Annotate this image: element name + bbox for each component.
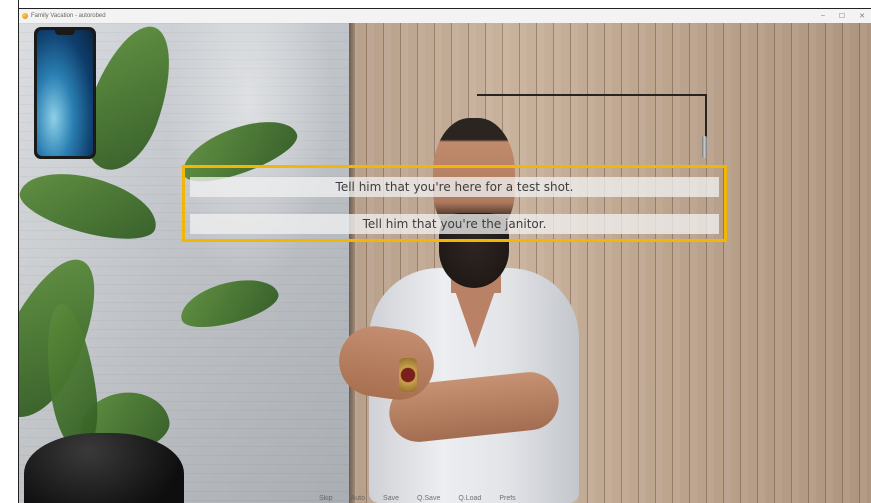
quick-menu-prefs[interactable]: Prefs bbox=[499, 495, 515, 503]
door-handle bbox=[702, 136, 707, 158]
phone-notch bbox=[55, 30, 75, 35]
quick-menu-auto[interactable]: Auto bbox=[351, 495, 365, 503]
quick-menu-skip[interactable]: Skip bbox=[319, 495, 333, 503]
game-viewport[interactable]: Tell him that you're here for a test sho… bbox=[19, 23, 871, 503]
outer-frame-left bbox=[0, 0, 19, 503]
minimize-button[interactable]: – bbox=[821, 12, 825, 20]
outer-frame-top bbox=[0, 0, 871, 9]
plant-pot bbox=[24, 433, 184, 503]
app-icon bbox=[22, 13, 28, 19]
choice-janitor[interactable]: Tell him that you're the janitor. bbox=[190, 214, 719, 234]
phone-screen bbox=[37, 30, 93, 156]
quick-menu-save[interactable]: Save bbox=[383, 495, 399, 503]
choice-menu-highlight: Tell him that you're here for a test sho… bbox=[182, 165, 727, 242]
window-controls: – ☐ ✕ bbox=[821, 12, 871, 20]
choice-test-shot[interactable]: Tell him that you're here for a test sho… bbox=[190, 177, 719, 197]
window-title: Family Vacation - autorobed bbox=[31, 13, 106, 19]
quick-menu-quick-load[interactable]: Q.Load bbox=[458, 495, 481, 503]
close-button[interactable]: ✕ bbox=[859, 12, 865, 20]
quick-menu: Skip Auto Save Q.Save Q.Load Prefs bbox=[319, 495, 659, 503]
maximize-button[interactable]: ☐ bbox=[839, 12, 845, 20]
phone-icon[interactable] bbox=[34, 27, 96, 159]
wall-corner bbox=[349, 23, 355, 503]
window-titlebar: Family Vacation - autorobed – ☐ ✕ bbox=[19, 9, 871, 23]
door-outline-top bbox=[477, 94, 707, 96]
wristwatch bbox=[399, 358, 417, 392]
quick-menu-quick-save[interactable]: Q.Save bbox=[417, 495, 440, 503]
